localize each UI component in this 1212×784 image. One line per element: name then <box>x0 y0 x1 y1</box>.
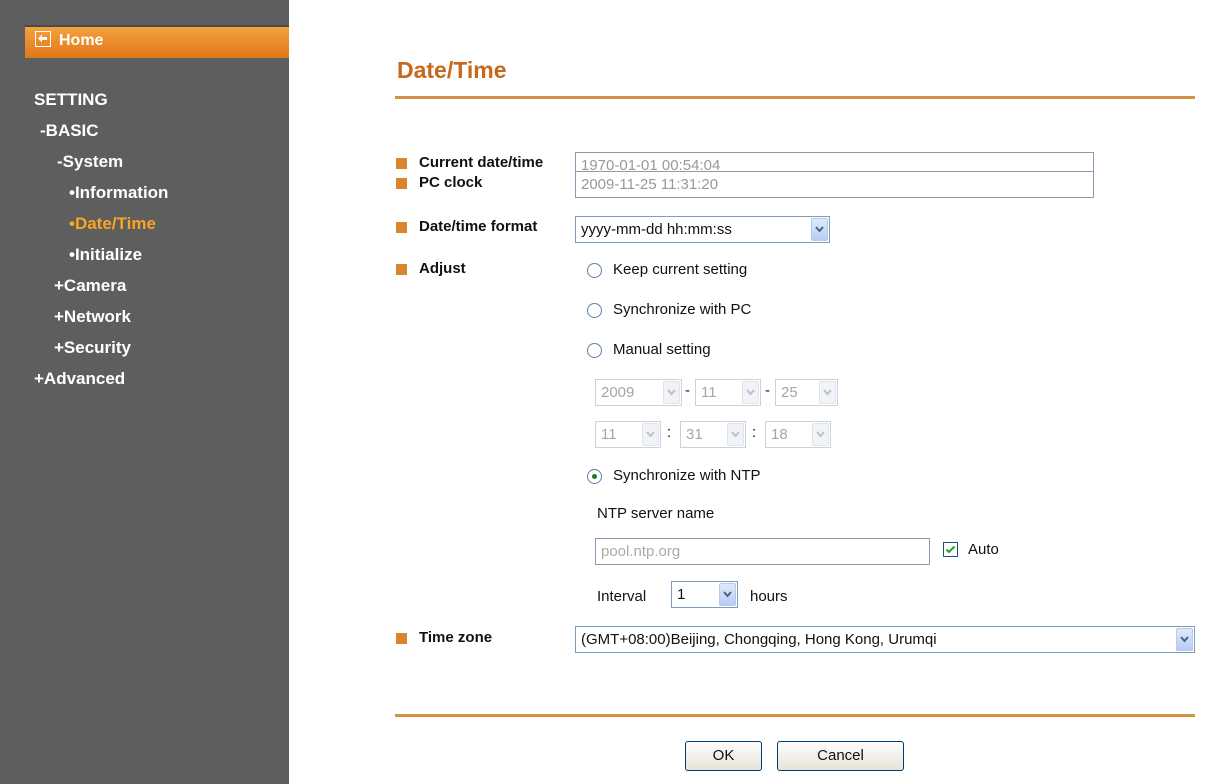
manual-hour-select[interactable]: 11 <box>595 421 661 448</box>
manual-year-value: 2009 <box>601 384 635 401</box>
date-separator: - <box>685 382 690 399</box>
radio-manual[interactable] <box>587 343 602 358</box>
date-separator: - <box>765 382 770 399</box>
home-link[interactable]: Home <box>25 25 289 58</box>
ntp-server-label: NTP server name <box>597 505 715 522</box>
interval-unit: hours <box>750 588 788 605</box>
chevron-down-icon[interactable] <box>819 381 836 404</box>
sidebar-item-network[interactable]: +Network <box>54 307 131 327</box>
bullet-icon <box>396 158 407 169</box>
chevron-down-icon[interactable] <box>727 423 744 446</box>
manual-day-select[interactable]: 25 <box>775 379 838 406</box>
cancel-button[interactable]: Cancel <box>777 741 904 771</box>
datetime-format-label: Date/time format <box>419 218 538 235</box>
page-title: Date/Time <box>397 57 507 83</box>
time-separator: : <box>752 424 757 441</box>
pc-clock-label: PC clock <box>419 174 483 191</box>
interval-select[interactable]: 1 <box>671 581 738 608</box>
manual-year-select[interactable]: 2009 <box>595 379 682 406</box>
bullet-icon <box>396 633 407 644</box>
radio-selected-dot <box>592 474 597 479</box>
current-datetime-label: Current date/time <box>419 154 544 171</box>
manual-month-select[interactable]: 11 <box>695 379 761 406</box>
radio-manual-label: Manual setting <box>613 341 711 358</box>
manual-day-value: 25 <box>781 384 798 401</box>
interval-label: Interval <box>597 588 647 605</box>
auto-checkbox[interactable] <box>943 542 958 557</box>
radio-keep-current[interactable] <box>587 263 602 278</box>
sidebar-item-advanced[interactable]: +Advanced <box>34 369 125 389</box>
title-divider <box>395 96 1195 99</box>
chevron-down-icon[interactable] <box>742 381 759 404</box>
auto-label: Auto <box>968 541 999 558</box>
manual-second-select[interactable]: 18 <box>765 421 831 448</box>
sidebar-section-setting: SETTING <box>34 90 108 109</box>
footer-divider <box>395 714 1195 717</box>
timezone-select[interactable]: (GMT+08:00)Beijing, Chongqing, Hong Kong… <box>575 626 1195 653</box>
radio-sync-ntp[interactable] <box>587 469 602 484</box>
datetime-format-value: yyyy-mm-dd hh:mm:ss <box>581 221 732 238</box>
bullet-icon <box>396 222 407 233</box>
sidebar: Home SETTING -BASIC -System •Information… <box>0 0 289 784</box>
interval-value: 1 <box>677 586 686 603</box>
sidebar-item-system[interactable]: -System <box>57 152 123 172</box>
bullet-icon <box>396 264 407 275</box>
time-separator: : <box>667 424 672 441</box>
pc-clock-field: 2009-11-25 11:31:20 <box>575 171 1094 198</box>
radio-sync-pc[interactable] <box>587 303 602 318</box>
datetime-format-select[interactable]: yyyy-mm-dd hh:mm:ss <box>575 216 830 243</box>
bullet-icon <box>396 178 407 189</box>
manual-minute-select[interactable]: 31 <box>680 421 746 448</box>
radio-keep-current-label: Keep current setting <box>613 261 748 278</box>
sidebar-item-datetime[interactable]: •Date/Time <box>69 214 156 234</box>
chevron-down-icon[interactable] <box>812 423 829 446</box>
sidebar-item-initialize[interactable]: •Initialize <box>69 245 142 265</box>
chevron-down-icon[interactable] <box>642 423 659 446</box>
timezone-value: (GMT+08:00)Beijing, Chongqing, Hong Kong… <box>581 631 937 648</box>
sidebar-item-camera[interactable]: +Camera <box>54 276 126 296</box>
back-arrow-icon <box>35 31 51 47</box>
radio-sync-pc-label: Synchronize with PC <box>613 301 752 318</box>
chevron-down-icon[interactable] <box>719 583 736 606</box>
manual-hour-value: 11 <box>601 426 617 443</box>
timezone-label: Time zone <box>419 629 493 646</box>
chevron-down-icon[interactable] <box>663 381 680 404</box>
chevron-down-icon[interactable] <box>811 218 828 241</box>
chevron-down-icon[interactable] <box>1176 628 1193 651</box>
adjust-label: Adjust <box>419 260 466 277</box>
sidebar-item-security[interactable]: +Security <box>54 338 131 358</box>
manual-minute-value: 31 <box>686 426 703 443</box>
ok-button[interactable]: OK <box>685 741 762 771</box>
manual-second-value: 18 <box>771 426 788 443</box>
sidebar-item-basic[interactable]: -BASIC <box>40 121 99 141</box>
home-label: Home <box>59 32 104 49</box>
sidebar-item-information[interactable]: •Information <box>69 183 168 203</box>
ntp-server-input[interactable]: pool.ntp.org <box>595 538 930 565</box>
manual-month-value: 11 <box>701 384 717 401</box>
checkmark-icon <box>945 545 956 554</box>
radio-sync-ntp-label: Synchronize with NTP <box>613 467 761 484</box>
